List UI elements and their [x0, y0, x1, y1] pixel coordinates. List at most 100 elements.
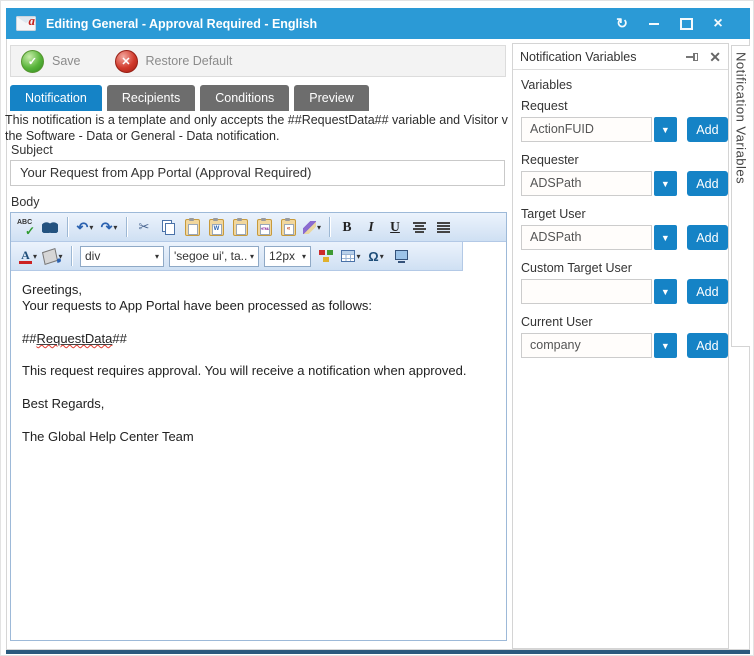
body-label: Body — [11, 195, 40, 209]
fill-color-glyph — [42, 247, 58, 264]
paste-html-glyph: HTML — [257, 219, 272, 236]
paste-html-icon[interactable]: HTML — [254, 216, 274, 238]
window-title: Editing General - Approval Required - En… — [46, 17, 614, 31]
font-color-icon[interactable]: A▾ — [18, 245, 38, 267]
variable-suffix: ## — [112, 331, 126, 346]
undo-icon[interactable]: ↶▾ — [75, 216, 95, 238]
refresh-icon[interactable]: ↻ — [614, 16, 630, 32]
mail-app-icon — [16, 16, 36, 31]
copy-glyph — [162, 220, 175, 234]
media-glyph — [394, 250, 409, 263]
justify-glyph — [437, 222, 450, 233]
paragraph-style-dropdown[interactable]: div▾ — [80, 246, 164, 267]
editor-toolbar-row2-strip: A▾ ▾ div▾ 'segoe ui', ta...▾ 12px▾ ▾ Ω▾ — [11, 242, 463, 271]
paste-special-icon[interactable]: « — [278, 216, 298, 238]
editor-toolbar-row2: A▾ ▾ div▾ 'segoe ui', ta...▾ 12px▾ ▾ Ω▾ — [11, 242, 506, 271]
body-line — [22, 347, 496, 363]
cut-icon[interactable]: ✂ — [134, 216, 154, 238]
media-icon[interactable] — [391, 245, 411, 267]
bold-button[interactable]: B — [337, 216, 357, 238]
chevron-down-icon: ▾ — [33, 252, 37, 261]
chevron-down-icon: ▾ — [317, 223, 321, 232]
notification-variables-vertical-tab[interactable]: Notification Variables — [731, 45, 750, 347]
chevron-down-icon: ▾ — [155, 252, 159, 261]
subject-value: Your Request from App Portal (Approval R… — [20, 165, 311, 180]
font-family-value: 'segoe ui', ta... — [174, 249, 247, 263]
custom-target-user-combo-arrow[interactable]: ▼ — [654, 279, 677, 304]
body-line: The Global Help Center Team — [22, 429, 496, 445]
request-combo-value: ActionFUID — [530, 122, 594, 136]
current-user-combo-input[interactable]: company — [521, 333, 652, 358]
minimize-icon[interactable] — [646, 16, 662, 32]
italic-button[interactable]: I — [361, 216, 381, 238]
restore-default-button[interactable]: ✕ Restore Default — [115, 50, 233, 73]
format-painter-icon[interactable]: ▾ — [302, 216, 322, 238]
font-family-dropdown[interactable]: 'segoe ui', ta...▾ — [169, 246, 259, 267]
restore-default-label: Restore Default — [146, 54, 233, 68]
requester-add-button[interactable]: Add — [687, 171, 728, 196]
current-user-add-button[interactable]: Add — [687, 333, 728, 358]
paragraph-style-value: div — [85, 249, 152, 263]
maximize-icon[interactable] — [678, 16, 694, 32]
requester-combo-input[interactable]: ADSPath — [521, 171, 652, 196]
action-toolbar: ✓ Save ✕ Restore Default — [10, 45, 506, 77]
tab-conditions-label: Conditions — [215, 91, 274, 105]
separator — [329, 217, 330, 237]
justify-icon[interactable] — [433, 216, 453, 238]
spellcheck-glyph — [17, 219, 35, 235]
save-button[interactable]: ✓ Save — [21, 50, 81, 73]
find-icon[interactable] — [40, 216, 60, 238]
fill-color-icon[interactable]: ▾ — [43, 245, 63, 267]
subject-label: Subject — [11, 143, 53, 157]
rich-text-editor: ↶▾ ↷▾ ✂ W HTML « ▾ B I U A▾ ▾ div▾ 'seg — [10, 212, 507, 641]
redo-icon[interactable]: ↷▾ — [99, 216, 119, 238]
custom-target-user-combo-input[interactable] — [521, 279, 652, 304]
requester-label: Requester — [521, 153, 728, 167]
body-line — [22, 315, 496, 331]
panel-close-icon[interactable]: ✕ — [709, 50, 721, 64]
request-combo-input[interactable]: ActionFUID — [521, 117, 652, 142]
tab-preview-label: Preview — [309, 91, 353, 105]
tab-preview[interactable]: Preview — [294, 85, 368, 111]
body-editor-content[interactable]: Greetings, Your requests to App Portal h… — [11, 271, 506, 641]
custom-target-user-add-button[interactable]: Add — [687, 279, 728, 304]
font-size-value: 12px — [269, 249, 299, 263]
align-center-icon[interactable] — [409, 216, 429, 238]
find-glyph — [42, 222, 58, 233]
insert-table-icon[interactable]: ▾ — [341, 245, 361, 267]
module-manager-icon[interactable] — [316, 245, 336, 267]
paste-icon[interactable] — [182, 216, 202, 238]
special-character-icon[interactable]: Ω▾ — [366, 245, 386, 267]
tab-conditions[interactable]: Conditions — [200, 85, 289, 111]
paste-plain-text-icon[interactable] — [230, 216, 250, 238]
separator — [126, 217, 127, 237]
requester-combo-arrow[interactable]: ▼ — [654, 171, 677, 196]
current-user-combo-arrow[interactable]: ▼ — [654, 333, 677, 358]
target-user-combo-input[interactable]: ADSPath — [521, 225, 652, 250]
close-icon[interactable]: × — [710, 16, 726, 32]
cut-glyph: ✂ — [139, 219, 150, 235]
current-user-combo-value: company — [530, 338, 581, 352]
pin-icon[interactable] — [686, 52, 700, 62]
underline-button[interactable]: U — [385, 216, 405, 238]
request-add-button[interactable]: Add — [687, 117, 728, 142]
variable-name: RequestData — [36, 331, 112, 346]
paste-from-word-icon[interactable]: W — [206, 216, 226, 238]
tab-recipients[interactable]: Recipients — [107, 85, 195, 111]
target-user-add-button[interactable]: Add — [687, 225, 728, 250]
chevron-down-icon: ▾ — [380, 252, 384, 261]
omega-glyph: Ω — [368, 249, 378, 264]
tab-notification[interactable]: Notification — [10, 85, 102, 111]
spellcheck-icon[interactable] — [16, 216, 36, 238]
current-user-row: company ▼ Add — [521, 333, 728, 358]
module-glyph — [319, 250, 333, 262]
copy-icon[interactable] — [158, 216, 178, 238]
request-combo-arrow[interactable]: ▼ — [654, 117, 677, 142]
target-user-row: ADSPath ▼ Add — [521, 225, 728, 250]
tab-recipients-label: Recipients — [122, 91, 180, 105]
window-bottom-border — [6, 650, 750, 654]
target-user-combo-arrow[interactable]: ▼ — [654, 225, 677, 250]
body-line — [22, 412, 496, 428]
font-size-dropdown[interactable]: 12px▾ — [264, 246, 311, 267]
subject-input[interactable]: Your Request from App Portal (Approval R… — [10, 160, 505, 186]
